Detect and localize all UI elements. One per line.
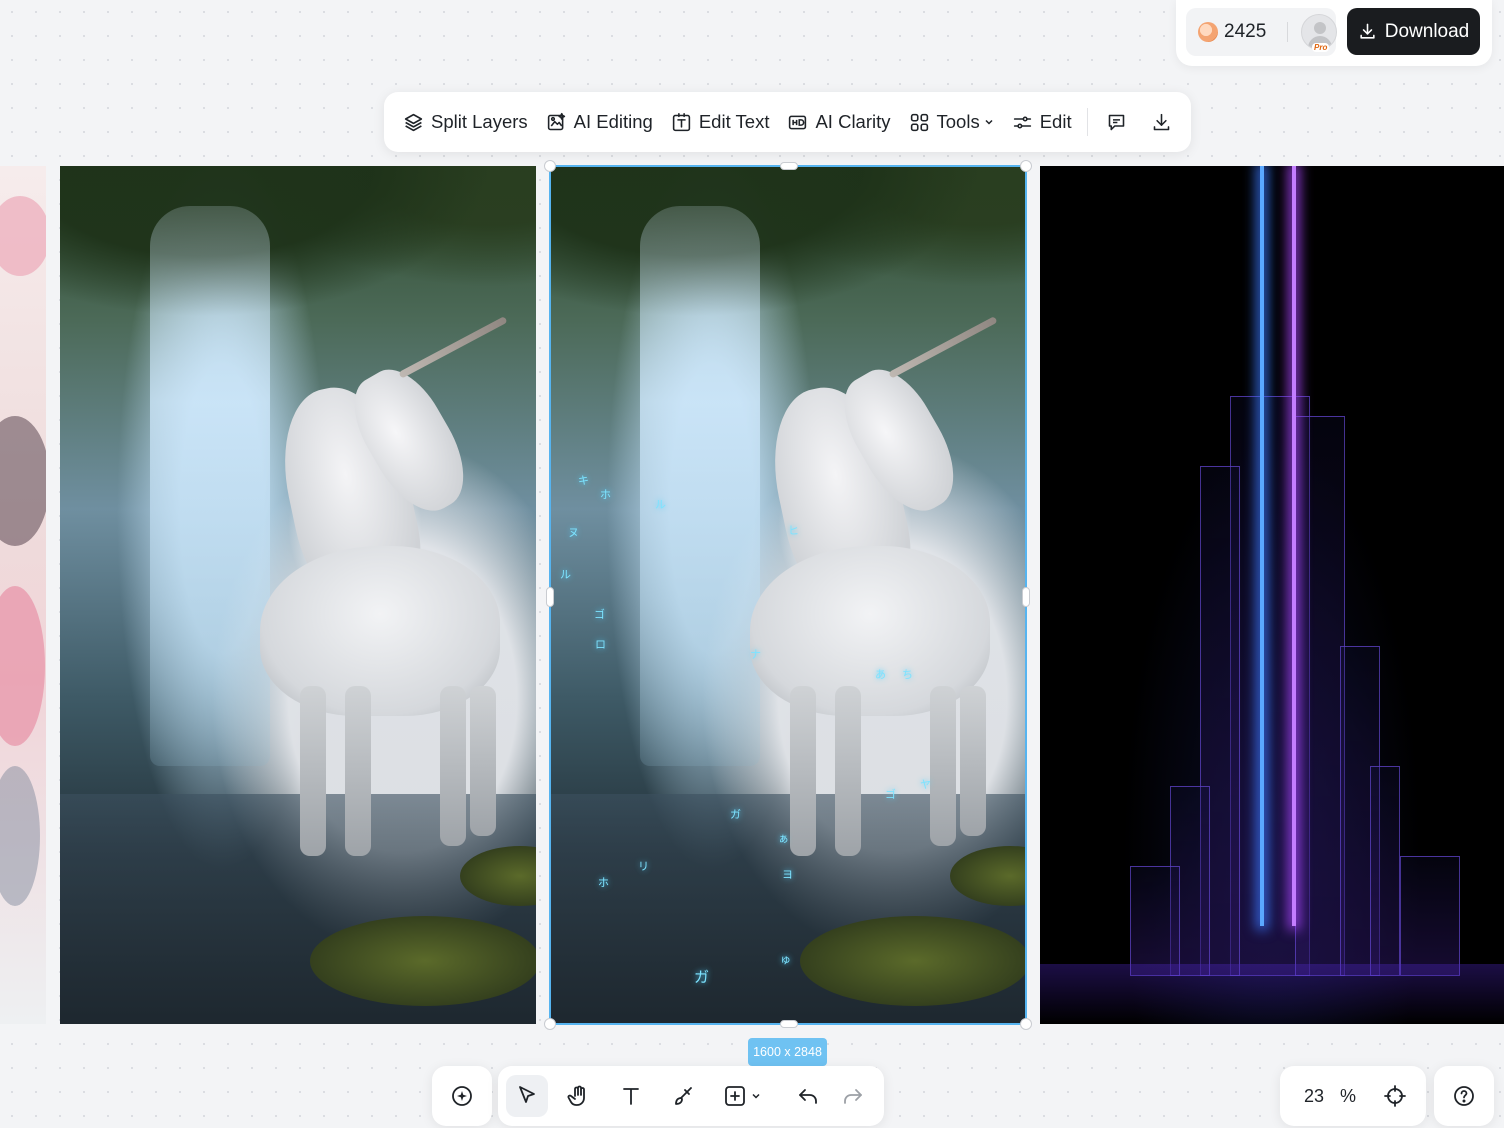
credits-panel[interactable]: 2425 Pro [1186,8,1337,56]
hand-icon [567,1085,585,1106]
brush-tool[interactable] [662,1075,704,1117]
grid-icon [910,113,928,131]
image-size-tag: 1600 x 2848 [748,1038,827,1066]
chevron-down-icon [985,119,993,125]
add-panel [432,1066,492,1126]
edit-label: Edit [1039,111,1072,132]
comment-button[interactable] [1094,102,1139,142]
ai-editing-label: AI Editing [573,111,653,132]
help-button[interactable] [1443,1075,1485,1117]
ai-edit-icon [547,112,565,130]
cherry-blossom-image[interactable] [0,166,46,1024]
add-button[interactable] [441,1075,483,1117]
split-layers-button[interactable]: Split Layers [394,102,537,142]
insert-icon [725,1086,745,1106]
neon-city-image[interactable] [1040,166,1504,1024]
download-icon [1360,23,1375,39]
credit-count: 2425 [1224,21,1267,42]
edit-button[interactable]: Edit [1003,102,1081,142]
export-button[interactable] [1139,102,1184,142]
redo-icon [844,1089,862,1104]
split-layers-label: Split Layers [431,111,528,132]
undo-button[interactable] [787,1075,829,1117]
unicorn-image-edited[interactable]: キ ホ ル ヌ ル ゴ ロ ナ ヒ あ ち ゴ ヤ ガ ぁ ヨ リ ホ ガ ゅ [550,166,1026,1024]
add-icon [452,1086,472,1106]
coin-icon [1198,22,1218,42]
download-button[interactable]: Download [1347,8,1480,55]
hd-icon [789,115,807,129]
ai-clarity-button[interactable]: AI Clarity [778,102,899,142]
ai-clarity-label: AI Clarity [815,111,891,132]
download-icon [1153,113,1169,130]
comment-icon [1108,114,1124,130]
zoom-unit: % [1340,1086,1357,1106]
undo-icon [799,1089,817,1104]
download-label: Download [1384,20,1470,42]
hand-tool[interactable] [558,1075,600,1117]
credits-divider [1287,22,1288,42]
image-toolbar: Split Layers AI Editing Edit Text AI Cla… [384,92,1191,152]
text-box-icon [672,112,691,131]
insert-dropdown[interactable] [714,1075,770,1117]
unicorn-image-original[interactable] [60,166,536,1024]
toolbar-divider [1086,108,1088,136]
tools-panel [498,1066,884,1126]
edit-text-label: Edit Text [698,111,770,132]
layers-icon [404,113,423,131]
select-tool[interactable] [506,1075,548,1117]
crosshair-icon [1384,1085,1406,1107]
fit-to-screen-button[interactable] [1374,1075,1416,1117]
brush-icon [675,1087,692,1105]
edit-text-button[interactable]: Edit Text [662,102,779,142]
text-icon [623,1088,639,1105]
tools-dropdown[interactable]: Tools [900,102,1003,142]
ai-editing-button[interactable]: AI Editing [537,102,662,142]
help-icon [1454,1086,1474,1106]
chevron-down-icon [752,1093,760,1099]
sliders-icon [1013,115,1031,129]
redo-button[interactable] [832,1075,874,1117]
zoom-panel: 23 % [1280,1066,1426,1126]
zoom-value[interactable]: 23 [1304,1086,1324,1107]
help-panel [1434,1066,1494,1126]
tools-label: Tools [936,111,980,132]
select-cursor-icon [519,1086,535,1103]
text-tool[interactable] [610,1075,652,1117]
account-panel: 2425 Pro Download [1176,0,1492,66]
pro-badge: Pro [1312,43,1330,52]
